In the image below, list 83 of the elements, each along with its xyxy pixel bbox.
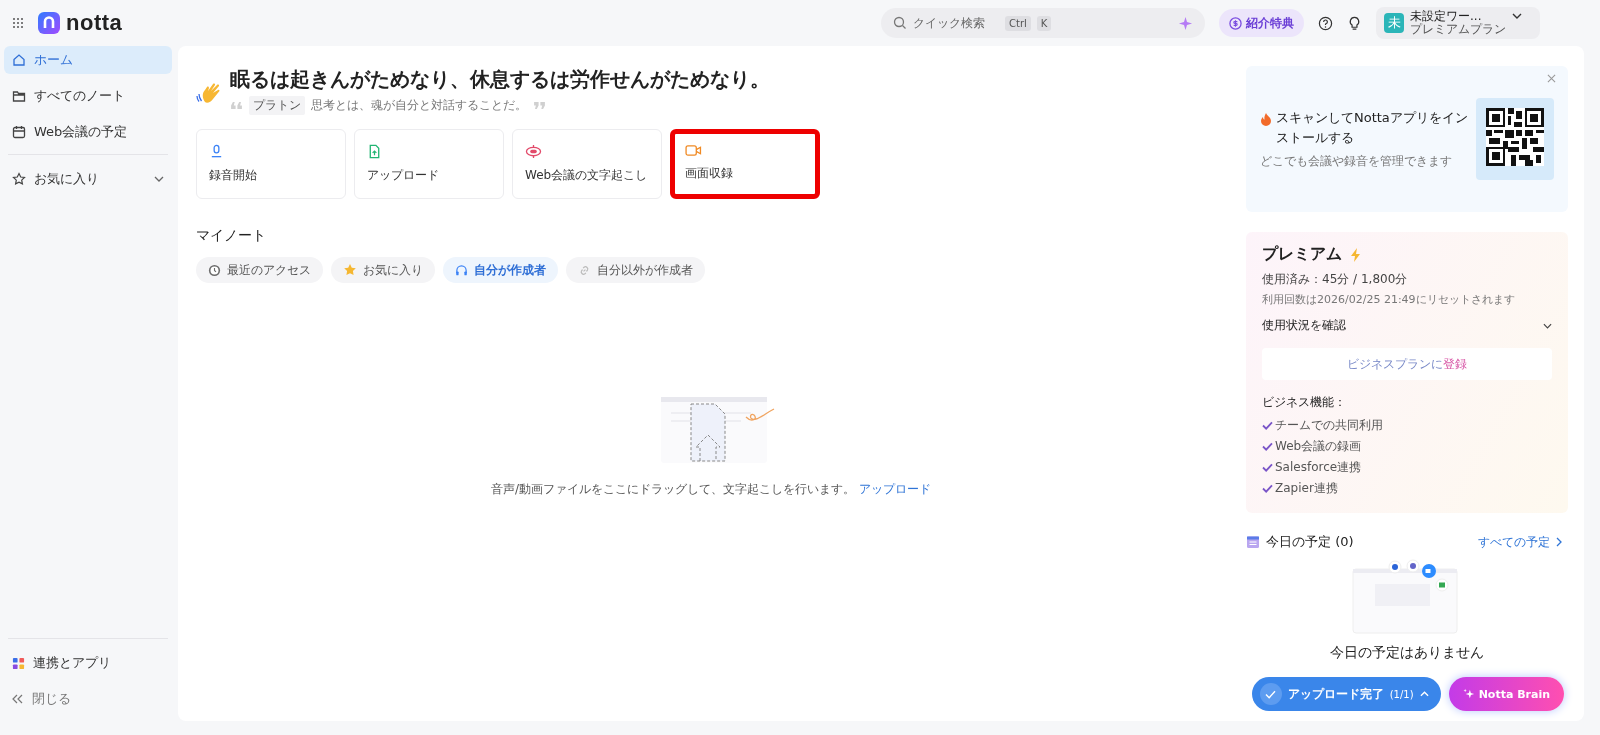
check-icon xyxy=(1262,484,1273,493)
meeting-icon xyxy=(525,144,542,159)
workspace-name: 未設定ワー... xyxy=(1410,9,1483,23)
search-icon xyxy=(893,16,907,30)
star-icon xyxy=(343,263,357,277)
chevron-icon xyxy=(154,176,164,182)
chevron-down-icon xyxy=(1512,13,1522,19)
section-title: マイノート xyxy=(196,227,267,245)
feature-item: チームでの共同利用 xyxy=(1275,417,1383,434)
clock-icon xyxy=(208,263,221,277)
lightbulb-icon[interactable] xyxy=(1347,15,1362,31)
coin-icon xyxy=(1229,16,1242,30)
flame-icon xyxy=(1260,112,1272,126)
chevron-right-icon xyxy=(1556,537,1562,547)
usage-text: 使用済み：45分 / 1,800分 xyxy=(1262,271,1409,288)
search-field[interactable]: クイック検索 xyxy=(913,16,999,30)
calendar-icon xyxy=(1246,535,1260,549)
no-events-text: 今日の予定はありません xyxy=(1330,644,1484,662)
sparkle-icon[interactable] xyxy=(1178,15,1193,31)
sidebar-item[interactable]: ホーム xyxy=(4,46,172,74)
quote-icon xyxy=(230,101,243,110)
features-title: ビジネス機能： xyxy=(1262,394,1347,411)
filter-chip[interactable]: お気に入り xyxy=(331,257,435,283)
qr-code-icon xyxy=(1486,108,1544,166)
usage-toggle[interactable]: 使用状況を確認 xyxy=(1262,317,1552,334)
sidebar-item[interactable]: 閉じる xyxy=(4,685,172,713)
sparkle-icon xyxy=(1462,688,1475,700)
action-card[interactable]: アップロード xyxy=(354,129,504,199)
favorites-item[interactable]: お気に入り xyxy=(4,165,172,193)
star-icon xyxy=(12,172,26,186)
headphones-icon xyxy=(455,263,468,277)
notta-brain-button[interactable]: Notta Brain xyxy=(1448,677,1564,711)
sidebar-item[interactable]: Web会議の予定 xyxy=(4,118,172,146)
logo-icon xyxy=(38,12,60,34)
collapse-icon xyxy=(12,694,24,704)
promo-title: スキャンしてNottaアプリをインストールする xyxy=(1276,109,1468,147)
action-card[interactable]: Web会議の文字起こし xyxy=(512,129,662,199)
lightning-icon xyxy=(1350,247,1362,262)
action-card[interactable]: 画面収録 xyxy=(670,129,820,199)
promo-subtitle: どこでも会議や録音を管理できます xyxy=(1260,153,1453,170)
filter-chip[interactable]: 最近のアクセス xyxy=(196,257,323,283)
sidebar-item[interactable]: 連携とアプリ xyxy=(4,649,172,677)
chevron-icon xyxy=(1543,322,1552,329)
greeting-title: 眠るは起きんがためなり、休息するは労作せんがためなり。 xyxy=(230,66,770,93)
quote-author: プラトン xyxy=(249,96,305,115)
check-icon xyxy=(1262,442,1273,451)
chevron-up-icon xyxy=(1419,691,1429,697)
avatar: 未 xyxy=(1384,13,1404,33)
close-icon[interactable] xyxy=(1547,74,1556,83)
sidebar-item[interactable]: すべてのノート xyxy=(4,82,172,110)
plan-name: プレミアムプラン xyxy=(1410,23,1506,37)
premium-title: プレミアム xyxy=(1262,244,1342,265)
referral-button[interactable]: 紹介特典 xyxy=(1219,9,1304,37)
check-icon xyxy=(1262,421,1273,430)
file-upload-icon xyxy=(367,144,382,159)
quote-icon xyxy=(533,101,546,110)
help-icon[interactable] xyxy=(1318,15,1333,31)
all-events-link[interactable]: すべての予定 xyxy=(1478,533,1550,551)
upload-status-button[interactable]: アップロード完了 (1/1) xyxy=(1251,677,1441,711)
action-card[interactable]: 録音開始 xyxy=(196,129,346,199)
feature-item: Web会議の録画 xyxy=(1275,438,1362,455)
upgrade-button[interactable]: ビジネスプランに登録 xyxy=(1262,348,1552,380)
feature-item: Zapier連携 xyxy=(1275,480,1338,497)
app-grid-icon[interactable] xyxy=(12,17,24,29)
upload-link[interactable]: アップロード xyxy=(858,481,931,496)
feature-item: Salesforce連携 xyxy=(1275,459,1362,476)
today-title: 今日の予定 (0) xyxy=(1266,533,1355,551)
link-icon xyxy=(578,263,591,277)
filter-chip[interactable]: 自分以外が作成者 xyxy=(566,257,705,283)
empty-state-text: 音声/動画ファイルをここにドラッグして、文字起こしを行います。 xyxy=(491,481,856,496)
calendar-icon xyxy=(12,125,26,139)
shortcut-key: K xyxy=(1036,15,1052,31)
home-icon xyxy=(12,53,26,67)
filter-chip[interactable]: 自分が作成者 xyxy=(443,257,558,283)
quote-text: 思考とは、魂が自分と対話することだ。 xyxy=(311,97,527,114)
shortcut-key: Ctrl xyxy=(1005,15,1031,31)
folder-icon xyxy=(12,89,26,103)
reset-text: 利用回数は2026/02/25 21:49にリセットされます xyxy=(1262,292,1516,307)
check-icon xyxy=(1259,683,1282,705)
video-camera-icon xyxy=(685,144,702,157)
logo-text: notta xyxy=(66,10,123,36)
check-icon xyxy=(1262,463,1273,472)
apps-icon xyxy=(12,656,25,670)
